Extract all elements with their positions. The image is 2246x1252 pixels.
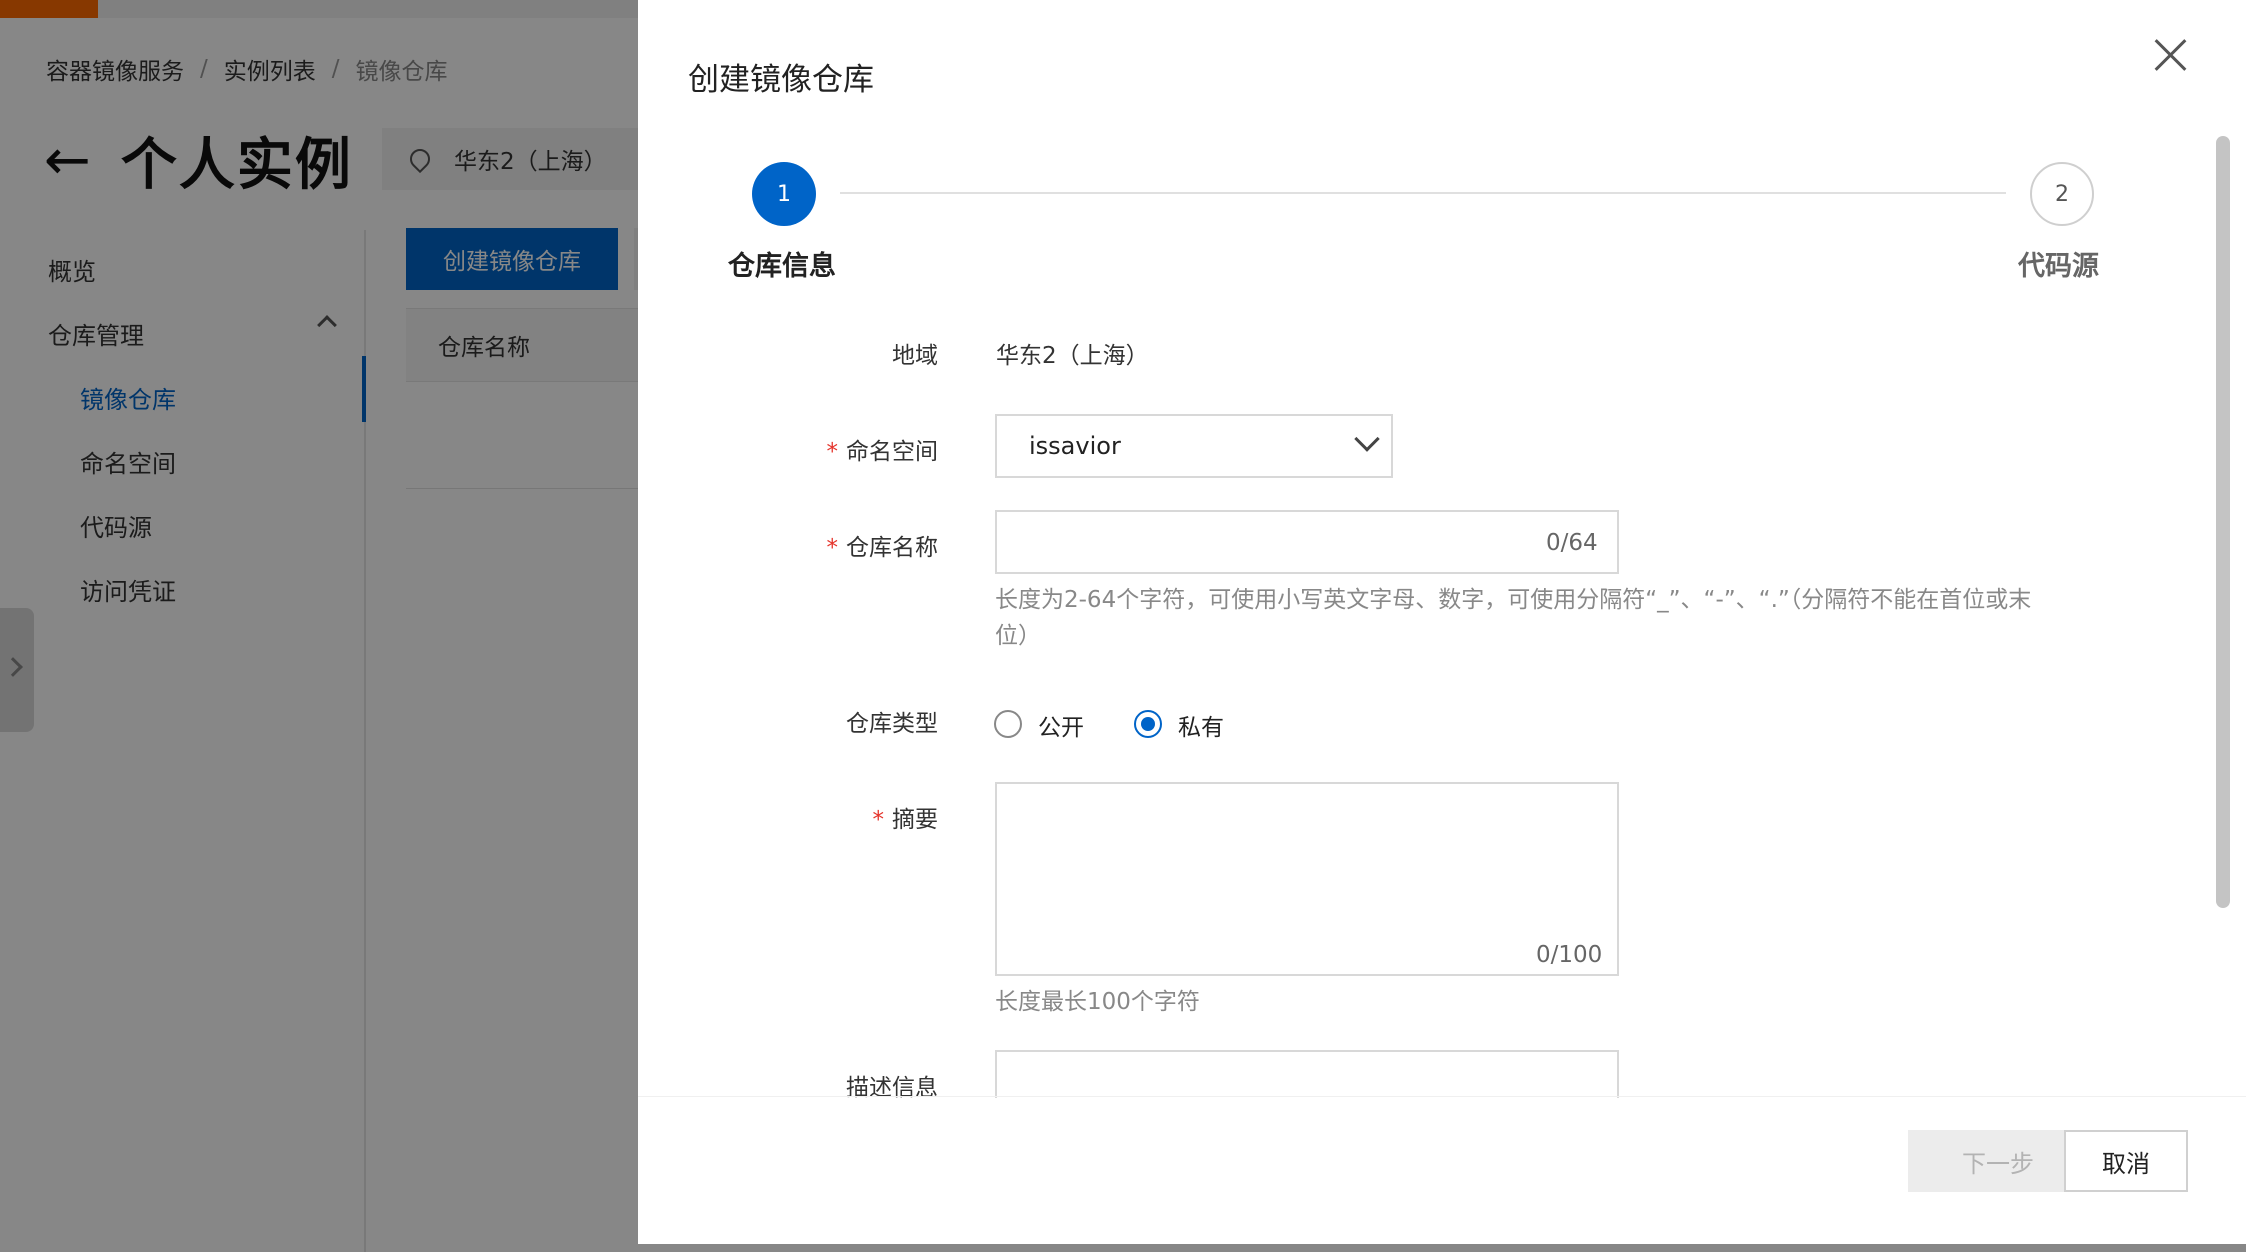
region-label: 地域 bbox=[638, 336, 938, 370]
summary-label: * 摘要 bbox=[638, 800, 939, 834]
next-step-button[interactable]: 下一步 bbox=[1908, 1130, 2088, 1192]
repo-type-public-radio[interactable] bbox=[994, 710, 1022, 738]
step-1-label: 仓库信息 bbox=[728, 251, 836, 282]
repo-type-label-text: 仓库类型 bbox=[846, 711, 938, 737]
repo-name-label-text: 仓库名称 bbox=[846, 535, 938, 561]
drawer-title: 创建镜像仓库 bbox=[688, 62, 874, 98]
namespace-label: * 命名空间 bbox=[638, 432, 939, 466]
drawer-scrollbar-thumb[interactable] bbox=[2216, 136, 2230, 908]
namespace-label-text: 命名空间 bbox=[846, 439, 938, 465]
required-mark: * bbox=[872, 807, 885, 833]
step-connector bbox=[840, 192, 2006, 194]
namespace-select[interactable]: issavior bbox=[995, 414, 1393, 478]
description-textarea[interactable] bbox=[995, 1050, 1619, 1098]
repo-name-counter: 0/64 bbox=[1546, 530, 1598, 556]
region-value: 华东2（上海） bbox=[996, 343, 1149, 369]
summary-counter: 0/100 bbox=[1536, 942, 1603, 968]
repo-type-private-radio[interactable] bbox=[1134, 710, 1162, 738]
close-icon[interactable] bbox=[2153, 38, 2187, 72]
repo-name-help: 长度为2-64个字符，可使用小写英文字母、数字，可使用分隔符“_”、“-”、“.… bbox=[995, 587, 2032, 649]
repo-type-public-label[interactable]: 公开 bbox=[1038, 708, 1084, 742]
step-1-indicator: 1 bbox=[752, 162, 816, 226]
summary-label-text: 摘要 bbox=[892, 807, 938, 833]
region-label-text: 地域 bbox=[892, 343, 938, 369]
required-mark: * bbox=[826, 535, 839, 561]
summary-textarea[interactable] bbox=[995, 782, 1619, 976]
repo-name-input[interactable] bbox=[995, 510, 1619, 574]
footer-divider bbox=[638, 1096, 2246, 1097]
repo-type-label: 仓库类型 bbox=[638, 704, 938, 738]
create-repo-drawer: 创建镜像仓库 1 2 仓库信息 代码源 地域 华东2（上海） * 命名空间 iss… bbox=[638, 0, 2246, 1244]
step-2-indicator: 2 bbox=[2030, 162, 2094, 226]
cancel-button[interactable]: 取消 bbox=[2064, 1130, 2188, 1192]
repo-type-private-label[interactable]: 私有 bbox=[1178, 708, 1224, 742]
summary-help: 长度最长100个字符 bbox=[995, 989, 1200, 1015]
description-label-text: 描述信息 bbox=[846, 1075, 938, 1101]
required-mark: * bbox=[826, 439, 839, 465]
repo-name-label: * 仓库名称 bbox=[638, 528, 939, 562]
step-2-label: 代码源 bbox=[2018, 251, 2099, 282]
namespace-select-value: issavior bbox=[1029, 432, 1121, 460]
